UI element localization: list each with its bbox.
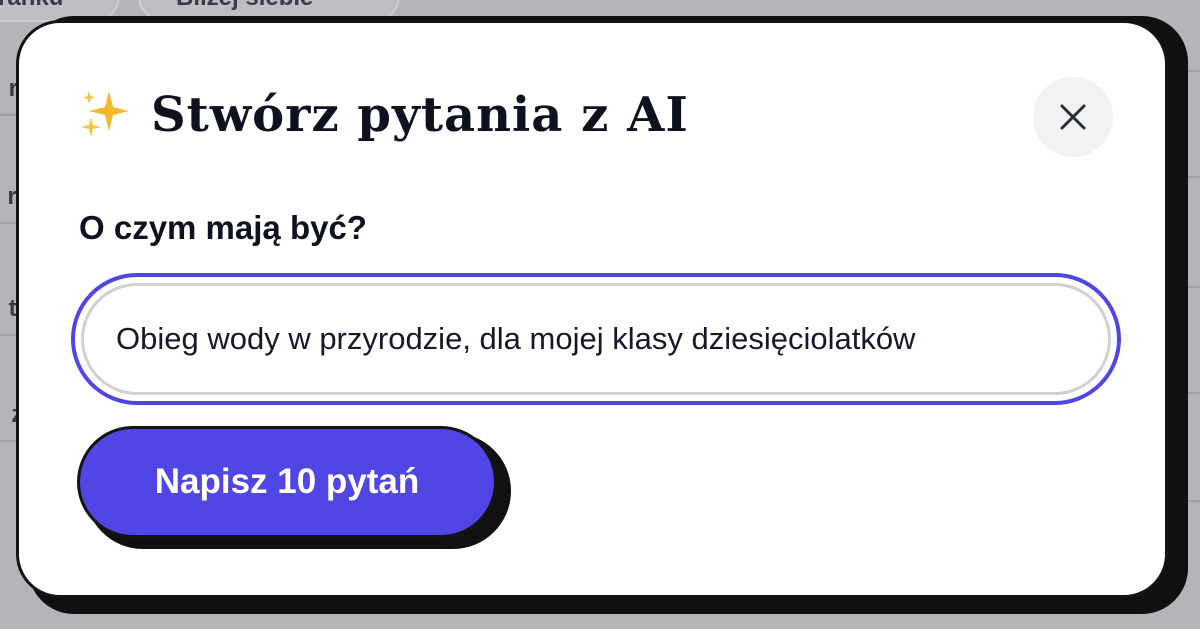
modal-title: Stwórz pytania z AI	[151, 87, 689, 143]
topic-input-focus-ring	[71, 273, 1121, 405]
topic-field-label: O czym mają być?	[79, 209, 367, 246]
close-icon	[1060, 104, 1086, 130]
ai-questions-modal: Stwórz pytania z AI O czym mają być? Nap…	[16, 20, 1168, 598]
close-button[interactable]	[1033, 77, 1113, 157]
sparkles-icon	[81, 91, 129, 137]
topic-input[interactable]	[81, 283, 1111, 395]
generate-questions-button[interactable]: Napisz 10 pytań	[77, 426, 497, 538]
modal-header: Stwórz pytania z AI	[79, 85, 689, 145]
